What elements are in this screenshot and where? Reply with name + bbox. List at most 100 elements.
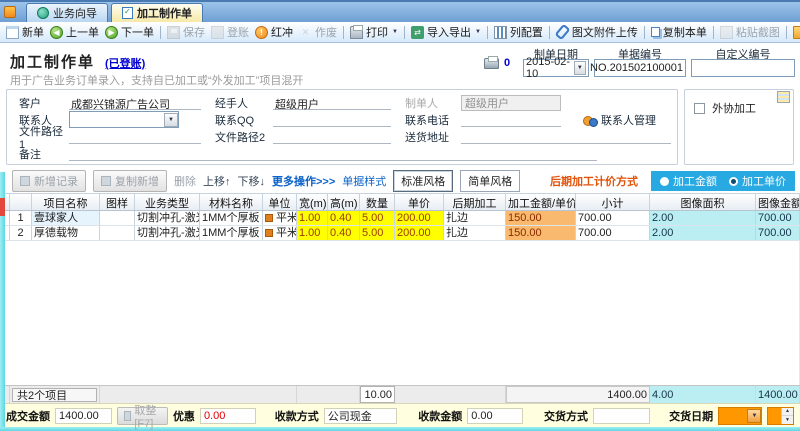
cell-unit[interactable]: 平米 bbox=[263, 211, 297, 225]
toolbar-prev-order-button[interactable]: ◀ 上一单 bbox=[48, 23, 101, 41]
column-header-biztype[interactable]: 业务类型 bbox=[135, 194, 200, 210]
cell-unit[interactable]: 平米 bbox=[263, 226, 297, 240]
column-header-num[interactable] bbox=[10, 194, 32, 210]
cell-proc[interactable]: 150.00 bbox=[506, 226, 576, 240]
handler-field[interactable]: 超级用户 bbox=[273, 96, 391, 111]
doc-number-input[interactable]: NO.201502100001 bbox=[590, 59, 686, 77]
cell-post[interactable]: 扎边 bbox=[444, 211, 506, 225]
cell-height[interactable]: 0.40 bbox=[328, 211, 360, 225]
chevron-down-icon[interactable]: ▼ bbox=[747, 408, 762, 423]
column-header-area[interactable]: 图像面积 bbox=[650, 194, 756, 210]
cell-price[interactable]: 200.00 bbox=[395, 226, 444, 240]
printer-icon[interactable] bbox=[484, 55, 499, 69]
column-header-post[interactable]: 后期加工 bbox=[444, 194, 506, 210]
color-swatch-icon[interactable] bbox=[265, 214, 273, 222]
discount-field[interactable]: 0.00 bbox=[199, 407, 256, 424]
contact-management-button[interactable]: 联系人管理 bbox=[583, 112, 656, 128]
cell-post[interactable]: 扎边 bbox=[444, 226, 506, 240]
cell-pattern[interactable] bbox=[100, 226, 135, 240]
cell-width[interactable]: 1.00 bbox=[297, 226, 328, 240]
cell-proc[interactable]: 150.00 bbox=[506, 211, 576, 225]
cell-subtotal[interactable]: 700.00 bbox=[576, 211, 650, 225]
cell-area[interactable]: 2.00 bbox=[650, 226, 756, 240]
column-header-width[interactable]: 宽(m) bbox=[297, 194, 328, 210]
deal-amount-field[interactable]: 1400.00 bbox=[55, 407, 113, 424]
chevron-down-icon[interactable]: ▼ bbox=[573, 61, 586, 75]
cell-imgamt[interactable]: 700.00 bbox=[756, 211, 800, 225]
spin-up-icon[interactable]: ▲ bbox=[781, 408, 793, 416]
delivery-time-spinner[interactable]: ▲ ▼ bbox=[767, 406, 794, 425]
cell-biztype[interactable]: 切割冲孔-激光 bbox=[135, 226, 200, 240]
bottom-edge-strip bbox=[0, 427, 800, 431]
move-up-button[interactable]: 上移↑ bbox=[203, 173, 231, 189]
column-header-price[interactable]: 单价 bbox=[395, 194, 444, 210]
toolbar-import-export-button[interactable]: ⇄ 导入导出 ▼ bbox=[409, 23, 483, 41]
more-operations-button[interactable]: 更多操作>>> bbox=[272, 173, 335, 189]
column-header-proc[interactable]: 加工金额/单价 bbox=[506, 194, 576, 210]
color-swatch-icon[interactable] bbox=[265, 229, 273, 237]
column-header-name[interactable]: 项目名称 bbox=[32, 194, 100, 210]
cell-name[interactable]: 壹球家人 bbox=[32, 211, 100, 225]
toolbar-view-payment-process-button[interactable]: 查看收款过程 bbox=[791, 23, 800, 41]
tab-processing-order[interactable]: 加工制作单 bbox=[111, 3, 203, 22]
pay-method-field[interactable]: 公司现金 bbox=[323, 407, 398, 424]
cell-imgamt[interactable]: 700.00 bbox=[756, 226, 800, 240]
cell-pattern[interactable] bbox=[100, 211, 135, 225]
standard-style-button[interactable]: 标准风格 bbox=[393, 170, 454, 192]
cell-subtotal[interactable]: 700.00 bbox=[576, 226, 650, 240]
note-field[interactable] bbox=[69, 147, 597, 161]
spin-down-icon[interactable]: ▼ bbox=[782, 416, 793, 424]
cell-qty[interactable]: 5.00 bbox=[360, 226, 395, 240]
column-header-height[interactable]: 高(m) bbox=[328, 194, 360, 210]
pricing-radio-1[interactable]: 加工单价 bbox=[729, 173, 786, 189]
outsource-checkbox[interactable] bbox=[694, 103, 705, 114]
address-field[interactable] bbox=[461, 130, 671, 144]
path1-field[interactable] bbox=[69, 130, 201, 144]
cell-num[interactable]: 1 bbox=[10, 211, 32, 225]
cell-qty[interactable]: 5.00 bbox=[360, 211, 395, 225]
toolbar-next-order-button[interactable]: ▶ 下一单 bbox=[103, 23, 156, 41]
move-down-button[interactable]: 下移↓ bbox=[238, 173, 266, 189]
column-header-material[interactable]: 材料名称 bbox=[200, 194, 263, 210]
qq-field[interactable] bbox=[273, 113, 391, 127]
phone-field[interactable] bbox=[461, 113, 561, 127]
column-header-subtotal[interactable]: 小计 bbox=[576, 194, 650, 210]
cell-material[interactable]: 1MM个厚板 bbox=[200, 211, 263, 225]
chevron-down-icon[interactable]: ▼ bbox=[164, 112, 178, 127]
spinner-buttons[interactable]: ▲ ▼ bbox=[780, 407, 793, 424]
round-label: 取整[F7] bbox=[134, 404, 157, 430]
cell-name[interactable]: 厚德载物 bbox=[32, 226, 100, 240]
contact-dropdown[interactable]: ▼ bbox=[69, 111, 179, 128]
delivery-method-field[interactable] bbox=[592, 407, 651, 424]
custom-number-input[interactable] bbox=[691, 59, 795, 77]
path2-field[interactable] bbox=[273, 130, 391, 144]
cell-width[interactable]: 1.00 bbox=[297, 211, 328, 225]
posted-status-link[interactable]: (已登账) bbox=[105, 58, 145, 70]
toolbar-attachment-upload-button[interactable]: 图文附件上传 bbox=[554, 23, 640, 41]
qq-label: 联系QQ bbox=[215, 114, 255, 127]
cell-area[interactable]: 2.00 bbox=[650, 211, 756, 225]
delivery-date-dropdown[interactable]: ▼ bbox=[718, 406, 763, 425]
cell-height[interactable]: 0.40 bbox=[328, 226, 360, 240]
order-date-input[interactable]: 2015-02-10 ▼ bbox=[523, 56, 589, 80]
toolbar-new-order-button[interactable]: 新单 bbox=[4, 23, 46, 41]
cell-biztype[interactable]: 切割冲孔-激光 bbox=[135, 211, 200, 225]
simple-style-button[interactable]: 简单风格 bbox=[460, 170, 521, 192]
panel-corner-icon[interactable] bbox=[777, 91, 790, 103]
pricing-radio-0[interactable]: 加工金额 bbox=[660, 173, 717, 189]
column-header-qty[interactable]: 数量 bbox=[360, 194, 395, 210]
customer-field[interactable]: 成都兴锦源广告公司 bbox=[69, 96, 201, 111]
toolbar-copy-order-button[interactable]: 复制本单 bbox=[649, 23, 709, 41]
cell-price[interactable]: 200.00 bbox=[395, 211, 444, 225]
toolbar-print-button[interactable]: 打印 ▼ bbox=[348, 23, 400, 41]
received-amount-field[interactable]: 0.00 bbox=[467, 407, 523, 424]
toolbar-column-config-button[interactable]: 列配置 bbox=[492, 23, 545, 41]
toolbar-red-flush-button[interactable]: ! 红冲 bbox=[253, 23, 295, 41]
cell-num[interactable]: 2 bbox=[10, 226, 32, 240]
tab-business-wizard[interactable]: 业务向导 bbox=[26, 3, 108, 22]
grid-empty-space[interactable] bbox=[0, 241, 800, 385]
column-header-imgamt[interactable]: 图像金额 bbox=[756, 194, 800, 210]
column-header-pattern[interactable]: 图样 bbox=[100, 194, 135, 210]
column-header-unit[interactable]: 单位 bbox=[263, 194, 297, 210]
cell-material[interactable]: 1MM个厚板 bbox=[200, 226, 263, 240]
